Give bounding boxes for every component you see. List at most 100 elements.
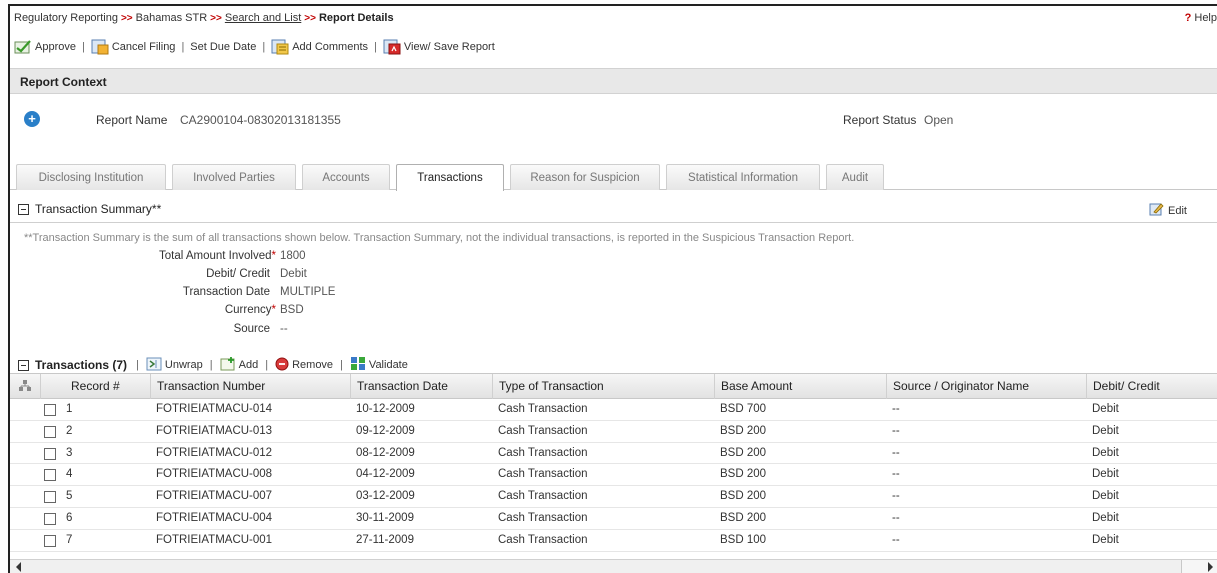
table-row[interactable]: 1 FOTRIEIATMACU-014 10-12-2009 Cash Transac… bbox=[10, 399, 1217, 421]
cell-debit-credit: Debit bbox=[1092, 424, 1119, 437]
tab-reason-for-suspicion[interactable]: Reason for Suspicion bbox=[510, 164, 660, 190]
edit-button[interactable]: Edit bbox=[1149, 202, 1187, 219]
cell-type-of-transaction: Cash Transaction bbox=[498, 446, 588, 459]
report-context-title: Report Context bbox=[20, 75, 107, 89]
cell-record: 1 bbox=[66, 403, 73, 415]
total-amount-label: Total Amount Involved bbox=[159, 250, 272, 262]
report-status-value: Open bbox=[924, 113, 954, 127]
tab-accounts[interactable]: Accounts bbox=[302, 164, 390, 190]
required-marker: * bbox=[271, 304, 276, 316]
cell-transaction-date: 03-12-2009 bbox=[356, 490, 415, 503]
column-header-base-amount[interactable]: Base Amount bbox=[714, 374, 886, 399]
cell-source-originator-name: -- bbox=[892, 424, 900, 437]
validate-button[interactable]: Validate bbox=[350, 356, 408, 374]
table-row[interactable]: 7 FOTRIEIATMACU-001 27-11-2009 Cash Transac… bbox=[10, 530, 1217, 552]
cell-type-of-transaction: Cash Transaction bbox=[498, 511, 588, 524]
cancel-filing-icon bbox=[91, 38, 109, 55]
cell-transaction-number: FOTRIEIATMACU-014 bbox=[156, 403, 273, 415]
table-row[interactable]: 2 FOTRIEIATMACU-013 09-12-2009 Cash Transac… bbox=[10, 420, 1217, 443]
scroll-right-icon[interactable] bbox=[1208, 562, 1213, 572]
remove-icon bbox=[275, 357, 289, 374]
breadcrumb-item-bahamas-str[interactable]: Bahamas STR bbox=[136, 12, 208, 24]
set-due-date-button[interactable]: Set Due Date bbox=[190, 41, 256, 53]
cell-transaction-number: FOTRIEIATMACU-004 bbox=[156, 511, 273, 524]
grid-header: Record # Transaction Number Transaction … bbox=[10, 374, 1217, 399]
tab-transactions[interactable]: Transactions bbox=[396, 164, 504, 191]
cell-transaction-date: 30-11-2009 bbox=[356, 511, 414, 524]
cell-transaction-number: FOTRIEIATMACU-008 bbox=[156, 468, 273, 481]
cell-record: 7 bbox=[66, 533, 73, 546]
field-source: Source -- bbox=[10, 323, 310, 341]
approve-button[interactable]: Approve bbox=[14, 38, 76, 55]
tab-disclosing-institution[interactable]: Disclosing Institution bbox=[16, 164, 166, 190]
divider bbox=[10, 222, 1217, 223]
total-amount-value: 1800 bbox=[280, 250, 306, 262]
add-button[interactable]: Add bbox=[220, 356, 259, 374]
breadcrumb-item-report-details: Report Details bbox=[318, 12, 394, 24]
field-total-amount: Total Amount Involved* 1800 bbox=[10, 250, 310, 268]
table-row[interactable]: 6 FOTRIEIATMACU-004 30-11-2009 Cash Transac… bbox=[10, 507, 1217, 530]
row-checkbox[interactable] bbox=[44, 469, 56, 482]
cell-debit-credit: Debit bbox=[1092, 511, 1119, 524]
row-checkbox[interactable] bbox=[44, 491, 56, 504]
help-label: Help bbox=[1194, 12, 1217, 24]
set-due-date-label: Set Due Date bbox=[190, 40, 257, 53]
report-name-label: Report Name bbox=[96, 113, 168, 127]
approve-icon bbox=[14, 38, 32, 55]
column-header-transaction-number[interactable]: Transaction Number bbox=[150, 374, 350, 399]
report-status-label: Report Status bbox=[843, 113, 917, 127]
transaction-summary-note: **Transaction Summary is the sum of all … bbox=[24, 232, 855, 244]
add-comments-button[interactable]: Add Comments bbox=[271, 38, 368, 55]
report-name-value: CA2900104-08302013181355 bbox=[180, 113, 341, 127]
add-label: Add bbox=[238, 359, 259, 371]
transactions-header: Transactions (7) | Unwrap | Add | Remove… bbox=[18, 356, 408, 374]
cell-source-originator-name: -- bbox=[892, 490, 900, 503]
breadcrumb-item-search-and-list[interactable]: Search and List bbox=[225, 12, 301, 24]
scroll-right-button[interactable] bbox=[1181, 560, 1217, 573]
collapse-icon[interactable] bbox=[18, 359, 29, 371]
expand-plus-icon[interactable]: + bbox=[24, 111, 40, 127]
column-header-source-originator-name[interactable]: Source / Originator Name bbox=[886, 374, 1086, 399]
row-checkbox[interactable] bbox=[44, 404, 56, 416]
cell-source-originator-name: -- bbox=[892, 533, 900, 546]
toolbar-separator: | bbox=[374, 40, 377, 53]
cell-type-of-transaction: Cash Transaction bbox=[498, 424, 588, 437]
row-checkbox[interactable] bbox=[44, 447, 56, 460]
cell-source-originator-name: -- bbox=[892, 446, 900, 459]
cell-source-originator-name: -- bbox=[892, 511, 900, 524]
breadcrumb-item-regulatory-reporting[interactable]: Regulatory Reporting bbox=[14, 12, 118, 24]
column-header-debit-credit[interactable]: Debit/ Credit bbox=[1086, 374, 1217, 399]
scroll-left-icon[interactable] bbox=[16, 562, 21, 572]
cell-transaction-number: FOTRIEIATMACU-001 bbox=[156, 533, 273, 546]
tab-statistical-information[interactable]: Statistical Information bbox=[666, 164, 820, 190]
column-header-record[interactable]: Record # bbox=[40, 374, 150, 399]
report-toolbar: Approve | Cancel Filing | Set Due Date |… bbox=[14, 38, 495, 55]
remove-button[interactable]: Remove bbox=[275, 357, 333, 374]
unwrap-label: Unwrap bbox=[164, 359, 203, 371]
column-header-type-of-transaction[interactable]: Type of Transaction bbox=[492, 374, 714, 399]
row-checkbox[interactable] bbox=[44, 512, 56, 525]
horizontal-scrollbar[interactable] bbox=[10, 559, 1217, 573]
transactions-grid: Record # Transaction Number Transaction … bbox=[10, 373, 1217, 552]
collapse-icon[interactable] bbox=[18, 203, 29, 215]
column-chooser-icon[interactable] bbox=[10, 374, 40, 399]
column-header-transaction-date[interactable]: Transaction Date bbox=[350, 374, 492, 399]
row-checkbox[interactable] bbox=[44, 534, 56, 547]
cell-record: 5 bbox=[66, 490, 73, 503]
view-save-report-button[interactable]: View/ Save Report bbox=[383, 38, 495, 55]
help-link[interactable]: ? Help bbox=[1185, 12, 1217, 24]
table-row[interactable]: 3 FOTRIEIATMACU-012 08-12-2009 Cash Transac… bbox=[10, 443, 1217, 465]
cancel-filing-button[interactable]: Cancel Filing bbox=[91, 38, 175, 55]
cell-base-amount: BSD 200 bbox=[720, 468, 767, 481]
transaction-summary-header[interactable]: Transaction Summary** bbox=[18, 202, 161, 216]
tab-involved-parties[interactable]: Involved Parties bbox=[172, 164, 296, 190]
tab-audit[interactable]: Audit bbox=[826, 164, 884, 190]
row-checkbox[interactable] bbox=[44, 425, 56, 438]
cell-transaction-date: 09-12-2009 bbox=[356, 424, 415, 437]
add-comments-label: Add Comments bbox=[292, 40, 369, 53]
table-row[interactable]: 4 FOTRIEIATMACU-008 04-12-2009 Cash Transac… bbox=[10, 464, 1217, 487]
transactions-title: Transactions (7) bbox=[35, 358, 128, 372]
unwrap-button[interactable]: Unwrap bbox=[146, 357, 203, 374]
cell-base-amount: BSD 200 bbox=[720, 490, 767, 503]
table-row[interactable]: 5 FOTRIEIATMACU-007 03-12-2009 Cash Transac… bbox=[10, 486, 1217, 508]
